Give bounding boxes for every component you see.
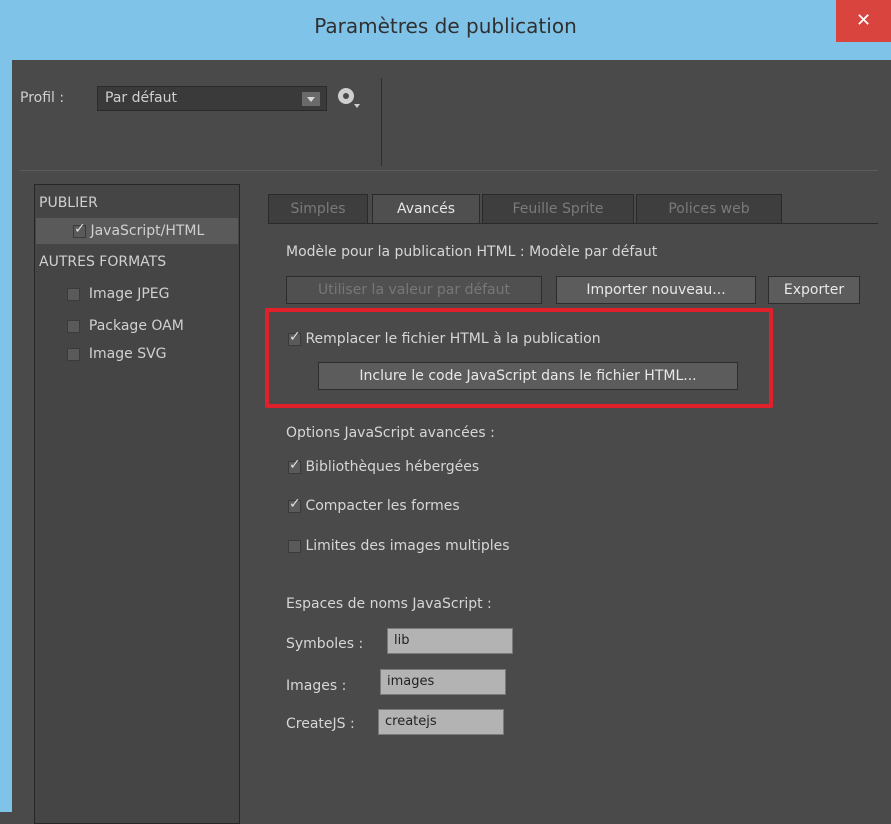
multiframe-bounds-checkbox[interactable] xyxy=(288,539,301,553)
profile-label: Profil : xyxy=(20,90,65,106)
javascript-html-checkbox[interactable] xyxy=(73,221,86,238)
include-js-button[interactable]: Inclure le code JavaScript dans le fichi… xyxy=(318,362,738,390)
use-default-button[interactable]: Utiliser la valeur par défaut xyxy=(286,276,542,304)
js-options-header: Options JavaScript avancées : xyxy=(286,425,495,441)
images-input[interactable]: images xyxy=(380,669,506,695)
format-item-label: Package OAM xyxy=(88,318,184,334)
option-label: Limites des images multiples xyxy=(305,538,510,554)
template-label: Modèle pour la publication HTML : Modèle… xyxy=(286,244,658,260)
compact-shapes-checkbox[interactable] xyxy=(288,496,301,513)
format-item-label: Image SVG xyxy=(88,346,167,362)
divider xyxy=(20,170,878,171)
oam-checkbox[interactable] xyxy=(67,319,80,333)
overwrite-html-checkbox[interactable] xyxy=(288,329,301,346)
highlight-box xyxy=(265,308,773,408)
profile-dropdown[interactable]: Par défaut xyxy=(97,86,327,111)
format-item-svg[interactable]: Image SVG xyxy=(67,346,167,362)
dialog-title: Paramètres de publication xyxy=(314,14,577,38)
hosted-libraries-checkbox[interactable] xyxy=(288,457,301,474)
tab-feuille-sprite[interactable]: Feuille Sprite xyxy=(482,194,634,224)
symbols-label: Symboles : xyxy=(286,636,364,652)
createjs-label: CreateJS : xyxy=(286,716,355,732)
dropdown-arrow-icon xyxy=(354,104,360,108)
tabs-baseline xyxy=(268,223,878,224)
format-item-jpeg[interactable]: Image JPEG xyxy=(67,286,169,302)
gear-icon xyxy=(338,88,354,104)
format-item-oam[interactable]: Package OAM xyxy=(67,318,184,334)
option-label: Bibliothèques hébergées xyxy=(305,459,480,475)
hosted-libraries-option[interactable]: Bibliothèques hébergées xyxy=(288,457,480,475)
createjs-input[interactable]: createjs xyxy=(378,709,504,735)
option-label: Compacter les formes xyxy=(305,498,460,514)
title-bar: Paramètres de publication ✕ xyxy=(0,0,891,60)
tab-avances[interactable]: Avancés xyxy=(372,194,480,224)
namespaces-header: Espaces de noms JavaScript : xyxy=(286,596,492,612)
format-item-label: Image JPEG xyxy=(88,286,170,302)
overwrite-html-label: Remplacer le fichier HTML à la publicati… xyxy=(305,331,601,347)
publish-settings-dialog: Paramètres de publication ✕ Profil : Par… xyxy=(0,0,891,824)
publish-header: PUBLIER xyxy=(39,195,98,211)
symbols-input[interactable]: lib xyxy=(387,628,513,654)
tab-simples[interactable]: Simples xyxy=(268,194,368,224)
window-frame xyxy=(0,60,12,812)
overwrite-html-option[interactable]: Remplacer le fichier HTML à la publicati… xyxy=(288,329,601,347)
close-button[interactable]: ✕ xyxy=(836,0,891,42)
svg-checkbox[interactable] xyxy=(67,347,80,361)
images-label: Images : xyxy=(286,678,347,694)
chevron-down-icon[interactable] xyxy=(302,92,320,106)
jpeg-checkbox[interactable] xyxy=(67,287,80,301)
multiframe-bounds-option[interactable]: Limites des images multiples xyxy=(288,538,510,554)
profile-value: Par défaut xyxy=(105,90,177,106)
format-list-panel: PUBLIER JavaScript/HTML AUTRES FORMATS I… xyxy=(34,184,240,824)
other-formats-header: AUTRES FORMATS xyxy=(39,254,167,270)
tab-polices-web[interactable]: Polices web xyxy=(636,194,782,224)
format-item-label: JavaScript/HTML xyxy=(90,223,205,239)
import-new-button[interactable]: Importer nouveau... xyxy=(556,276,756,304)
compact-shapes-option[interactable]: Compacter les formes xyxy=(288,496,460,514)
format-item-javascript-html-row[interactable]: JavaScript/HTML xyxy=(73,221,205,239)
divider xyxy=(381,78,382,166)
export-button[interactable]: Exporter xyxy=(768,276,860,304)
profile-options-button[interactable] xyxy=(334,84,362,112)
